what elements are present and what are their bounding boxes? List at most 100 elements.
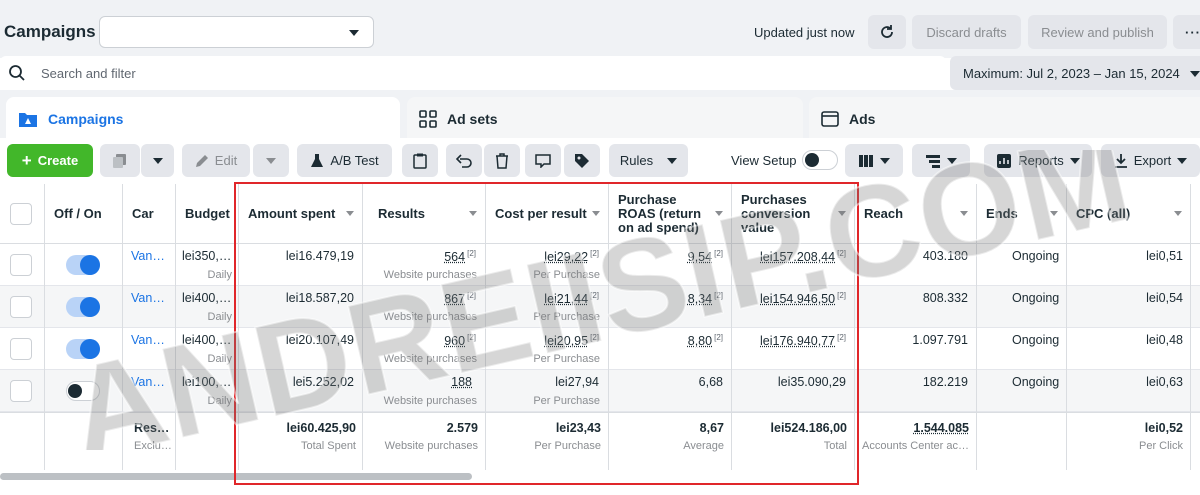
chevron-down-icon [153,158,163,164]
duplicate-icon [112,153,128,169]
header-label: Budget [185,206,230,221]
row-checkbox[interactable] [10,254,32,276]
campaign-name-link[interactable]: Van… [131,333,165,347]
campaign-name-link[interactable]: Van… [131,291,165,305]
grid-icon [419,110,437,128]
campaign-toggle[interactable] [66,381,100,401]
totals-reach-sub: Accounts Center ac… [862,440,974,452]
tab-campaigns[interactable]: Campaigns [6,97,400,141]
header-campaign[interactable]: Car [122,184,175,244]
header-budget[interactable]: Budget [175,184,238,244]
campaign-name-link[interactable]: Van… [131,375,165,389]
view-setup-toggle[interactable] [802,150,838,170]
more-options-button[interactable]: ··· [1173,15,1200,49]
ab-test-button[interactable]: A/B Test [297,144,392,177]
toggle-knob [80,297,100,317]
clipboard-button[interactable] [402,144,438,177]
header-select-all [0,184,44,244]
refresh-icon [879,24,895,40]
tab-ads[interactable]: Ads [809,97,1200,141]
plus-icon: + [22,152,32,169]
export-icon [1114,153,1128,169]
column-divider [122,184,123,470]
page-title: Campaigns [4,22,96,42]
select-all-checkbox[interactable] [10,203,32,225]
campaign-toggle[interactable] [66,297,100,317]
chevron-down-icon [880,158,890,164]
preview-icon [535,154,551,168]
delete-button[interactable] [484,144,520,177]
tab-label: Ads [849,111,875,127]
pencil-icon [195,154,209,168]
toggle-knob [80,255,100,275]
campaign-selector-dropdown[interactable] [99,16,374,48]
chevron-down-icon [667,158,677,164]
duplicate-dropdown[interactable] [141,144,174,177]
row-checkbox[interactable] [10,296,32,318]
export-label: Export [1134,153,1172,168]
ends-value: Ongoing [1012,333,1059,347]
header-overflow [1190,184,1200,244]
duplicate-button[interactable] [100,144,140,177]
column-divider [44,184,45,470]
header-off-on[interactable]: Off / On [44,184,122,244]
undo-button[interactable] [446,144,482,177]
column-divider [976,184,977,470]
campaign-name-link[interactable]: Van… [131,249,165,263]
cpc-value: lei0,63 [1146,375,1183,389]
chevron-down-icon [266,158,276,164]
chevron-down-icon [1190,71,1200,77]
rules-button[interactable]: Rules [609,144,688,177]
search-input[interactable] [0,56,946,90]
header-reach[interactable]: Reach [854,184,976,244]
column-divider [1190,184,1191,470]
date-range-label: Maximum: Jul 2, 2023 – Jan 15, 2024 [963,66,1180,81]
toggle-knob [805,153,819,167]
totals-reach: 1.544.085 [913,421,969,435]
tag-button[interactable] [564,144,600,177]
row-checkbox[interactable] [10,380,32,402]
sort-icon [960,211,968,216]
review-publish-button[interactable]: Review and publish [1028,15,1167,49]
reports-label: Reports [1018,153,1064,168]
refresh-button[interactable] [868,15,906,49]
export-button[interactable]: Export [1101,144,1200,177]
sort-icon [1050,211,1058,216]
chevron-down-icon [1070,158,1080,164]
budget-sub: Daily [208,395,232,407]
edit-dropdown[interactable] [253,144,289,177]
reach-value: 808.332 [923,291,968,305]
discard-drafts-button[interactable]: Discard drafts [912,15,1021,49]
cpc-value: lei0,48 [1146,333,1183,347]
breakdown-icon [925,154,941,168]
edit-button[interactable]: Edit [182,144,250,177]
budget-value: lei350,… [182,249,231,263]
tab-label: Ad sets [447,111,498,127]
totals-cpc: lei0,52 [1145,421,1183,435]
campaign-toggle[interactable] [66,255,100,275]
reports-button[interactable]: Reports [984,144,1092,177]
chevron-down-icon [349,30,359,36]
columns-icon [858,154,874,168]
toggle-knob [68,384,82,398]
ad-icon [821,110,839,128]
preview-button[interactable] [525,144,561,177]
reports-icon [996,153,1012,169]
header-ends[interactable]: Ends [976,184,1066,244]
view-setup-label: View Setup [731,153,797,168]
tab-ad-sets[interactable]: Ad sets [407,97,803,141]
sort-icon [1174,211,1182,216]
breakdown-button[interactable] [912,144,970,177]
rules-label: Rules [620,153,653,168]
budget-sub: Daily [208,311,232,323]
campaign-toggle[interactable] [66,339,100,359]
create-button[interactable]: + Create [7,144,93,177]
columns-button[interactable] [845,144,903,177]
budget-value: lei100,… [182,375,231,389]
row-checkbox[interactable] [10,338,32,360]
header-label: Reach [864,206,903,221]
header-cpc[interactable]: CPC (all) [1066,184,1190,244]
chevron-down-icon [947,158,957,164]
cpc-value: lei0,54 [1146,291,1183,305]
trash-icon [495,153,509,169]
